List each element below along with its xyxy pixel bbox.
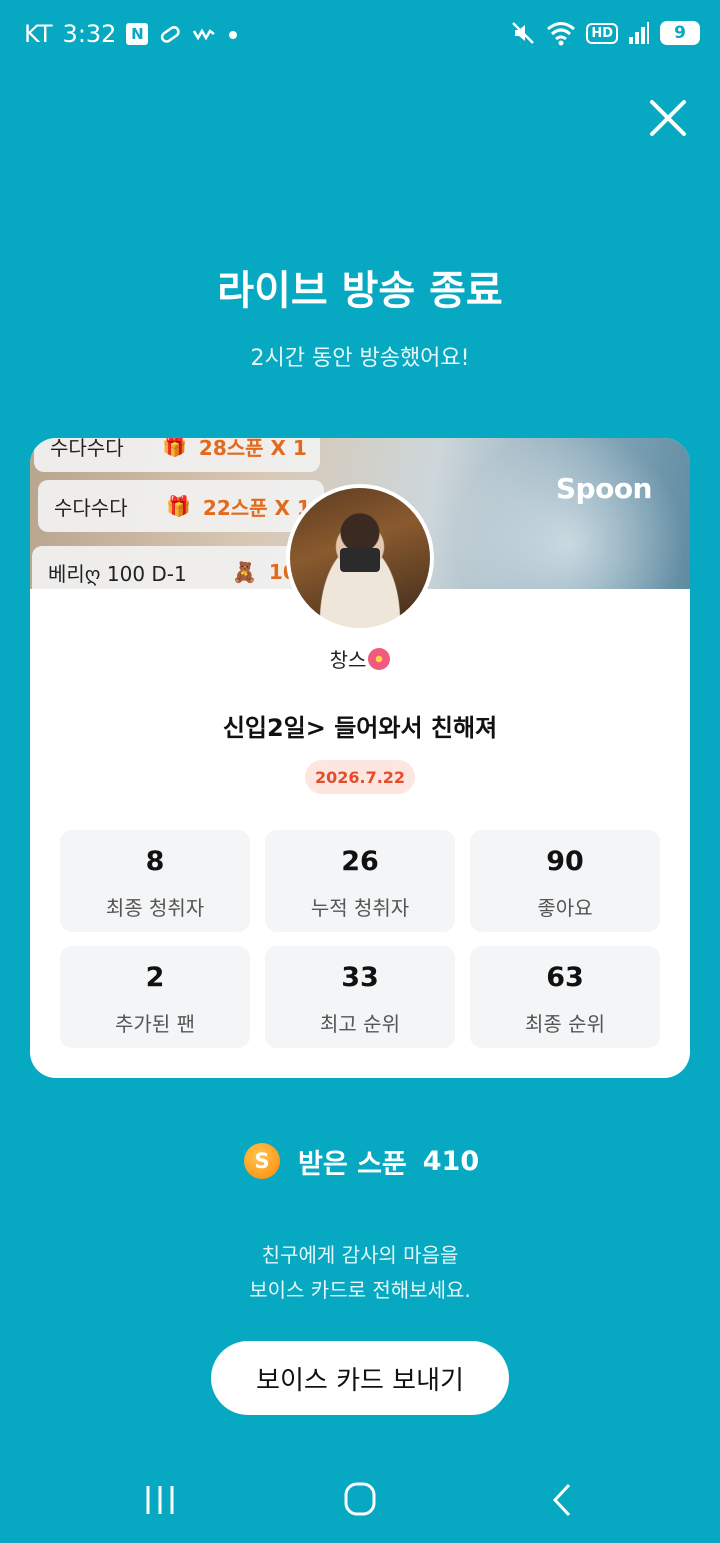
page-title: 라이브 방송 종료 bbox=[217, 268, 503, 314]
gift-icon: 🎁 bbox=[162, 438, 187, 458]
status-bar: KT 3:32 N HD 9 bbox=[0, 0, 720, 70]
stat-value: 26 bbox=[341, 846, 379, 877]
hd-voice-icon: HD bbox=[586, 22, 618, 44]
status-right: HD 9 bbox=[510, 20, 700, 46]
system-nav-bar bbox=[0, 1450, 720, 1543]
message-line: 보이스 카드로 전해보세요. bbox=[249, 1278, 471, 1302]
stat-final-listeners: 8 최종 청취자 bbox=[60, 830, 250, 932]
received-spoons-count: 410 bbox=[422, 1145, 480, 1177]
stat-label: 좋아요 bbox=[537, 896, 593, 920]
chat-gift: 22스푼 X 1 bbox=[202, 495, 311, 520]
stat-label: 최종 청취자 bbox=[105, 896, 205, 920]
message-line: 친구에게 감사의 마음을 bbox=[261, 1243, 459, 1267]
spoon-logo: Spoon bbox=[555, 472, 653, 505]
wifi-icon bbox=[547, 22, 576, 46]
chat-nickname: 베리ღ 100 D-1 bbox=[48, 561, 187, 586]
wave-app-icon bbox=[193, 28, 216, 41]
camera-icon bbox=[340, 548, 380, 572]
gift-icon: 🎁 bbox=[166, 494, 191, 518]
chat-message: 수다수다 🎁 28스푼 X 1 bbox=[34, 438, 320, 472]
received-spoons-label: 받은 스푼 bbox=[298, 1148, 407, 1180]
chat-nickname: 수다수다 bbox=[54, 495, 128, 520]
chat-gift: 28스푼 X 1 bbox=[198, 438, 307, 460]
chat-message: 베리ღ 100 D-1 🧸 10 bbox=[32, 546, 318, 589]
stat-value: 90 bbox=[546, 846, 584, 877]
mute-icon bbox=[512, 22, 535, 44]
stat-label: 추가된 팬 bbox=[115, 1012, 195, 1036]
gift-icon: 🧸 bbox=[232, 560, 257, 584]
signal-icon bbox=[629, 22, 649, 44]
stat-label: 누적 청취자 bbox=[310, 896, 410, 920]
pill-icon bbox=[161, 26, 181, 43]
stat-label: 최고 순위 bbox=[320, 1012, 400, 1036]
stat-value: 63 bbox=[546, 962, 584, 993]
chat-nickname: 수다수다 bbox=[50, 438, 124, 460]
close-icon[interactable] bbox=[646, 96, 690, 140]
spoon-coin-icon: S bbox=[244, 1143, 280, 1179]
stat-likes: 90 좋아요 bbox=[470, 830, 660, 932]
naver-notification-icon: N bbox=[126, 23, 149, 45]
clock: 3:32 bbox=[62, 20, 117, 48]
live-title: 신입2일> 들어와서 친해져 bbox=[222, 714, 498, 742]
stat-best-rank: 33 최고 순위 bbox=[265, 946, 455, 1048]
host-avatar[interactable] bbox=[286, 484, 434, 632]
stat-value: 2 bbox=[145, 962, 165, 993]
stat-final-rank: 63 최종 순위 bbox=[470, 946, 660, 1048]
back-icon[interactable] bbox=[537, 1480, 587, 1520]
received-spoons: S 받은 스푼 410 bbox=[244, 1142, 479, 1180]
battery-icon: 9 bbox=[660, 21, 700, 45]
stat-total-listeners: 26 누적 청취자 bbox=[265, 830, 455, 932]
page-subtitle: 2시간 동안 방송했어요! bbox=[250, 346, 470, 371]
host-name: 창스 bbox=[30, 644, 690, 673]
chat-message: 수다수다 🎁 22스푼 X 1 bbox=[38, 480, 324, 532]
recent-apps-icon[interactable] bbox=[135, 1480, 185, 1520]
stat-value: 8 bbox=[145, 846, 165, 877]
voice-card-message: 친구에게 감사의 마음을 보이스 카드로 전해보세요. bbox=[0, 1238, 720, 1308]
hibiscus-icon bbox=[368, 648, 391, 670]
stat-new-fans: 2 추가된 팬 bbox=[60, 946, 250, 1048]
stat-value: 33 bbox=[341, 962, 379, 993]
status-left: KT 3:32 N bbox=[24, 20, 240, 48]
host-name-label: 창스 bbox=[329, 648, 367, 672]
date-badge: 2026.7.22 bbox=[305, 760, 415, 794]
carrier-label: KT bbox=[24, 20, 53, 48]
more-notifications-dot-icon bbox=[229, 31, 238, 39]
home-icon[interactable] bbox=[335, 1480, 385, 1520]
live-summary-card: 수다수다 🎁 28스푼 X 1 수다수다 🎁 22스푼 X 1 베리ღ 100 … bbox=[30, 438, 690, 1078]
send-voice-card-button[interactable]: 보이스 카드 보내기 bbox=[211, 1341, 509, 1415]
stat-label: 최종 순위 bbox=[525, 1012, 605, 1036]
banner-background bbox=[390, 438, 690, 589]
